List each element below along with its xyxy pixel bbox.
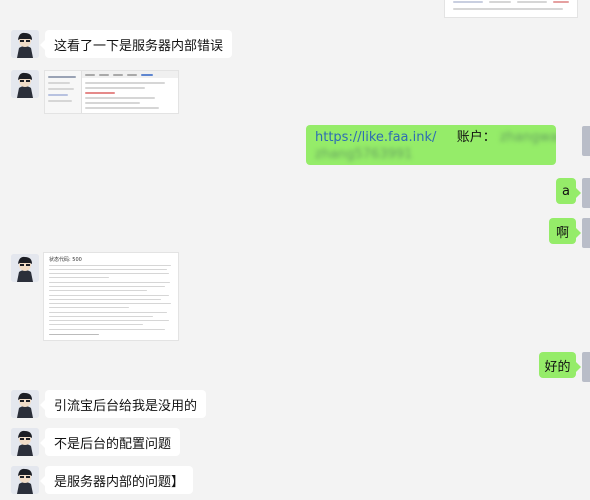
self-avatar[interactable] — [582, 218, 590, 248]
message-text: a — [562, 183, 570, 199]
message-text: 引流宝后台给我是没用的 — [54, 398, 198, 414]
message-bubble: 好的 — [539, 352, 581, 378]
self-avatar[interactable] — [582, 178, 590, 208]
message-bubble: https://like.faa.ink/ 账户： zhangwangfu zh… — [306, 125, 556, 165]
message-text: 不是后台的配置问题 — [54, 436, 172, 452]
sender-avatar[interactable] — [11, 390, 39, 418]
account-id-blurred: zhang5763991 — [315, 147, 413, 162]
message-bubble: 不是后台的配置问题 — [39, 428, 181, 456]
account-label: 账户： — [456, 130, 496, 145]
self-avatar[interactable] — [582, 352, 590, 382]
message-bubble: 啊 — [549, 218, 581, 244]
sender-avatar[interactable] — [11, 466, 39, 494]
sender-avatar[interactable] — [11, 428, 39, 456]
message-text: 好的 — [544, 359, 571, 375]
message-bubble: 这看了一下是服务器内部错误 — [39, 30, 233, 58]
error-screenshot-thumbnail[interactable]: 状态代码: 500 — [43, 252, 179, 341]
sender-avatar[interactable] — [11, 30, 39, 58]
message-bubble: a — [556, 178, 581, 204]
top-screenshot-thumbnail[interactable] — [444, 0, 578, 18]
message-text: 啊 — [555, 225, 569, 241]
message-bubble: 引流宝后台给我是没用的 — [39, 390, 207, 418]
sender-avatar[interactable] — [11, 254, 39, 282]
devtools-screenshot-thumbnail[interactable] — [44, 70, 179, 114]
message-bubble: 是服务器内部的问题】 — [39, 466, 194, 494]
account-value-blurred: zhangwangfu — [499, 130, 556, 145]
message-text: 这看了一下是服务器内部错误 — [54, 38, 224, 54]
self-avatar[interactable] — [582, 126, 590, 156]
sender-avatar[interactable] — [11, 70, 39, 98]
error-status-title: 状态代码: 500 — [49, 257, 82, 263]
message-link[interactable]: https://like.faa.ink/ — [315, 130, 436, 145]
message-text: 是服务器内部的问题】 — [54, 474, 185, 490]
